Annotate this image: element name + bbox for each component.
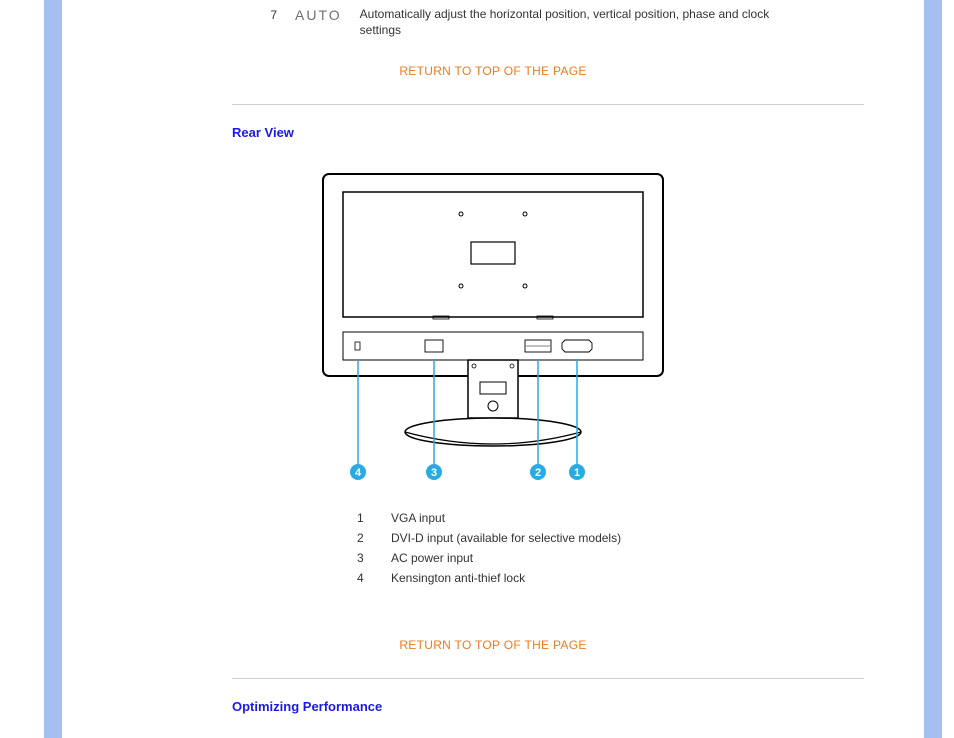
- divider: [232, 104, 864, 105]
- legend-row: 3 AC power input: [357, 548, 924, 568]
- auto-row: 7 AUTO Automatically adjust the horizont…: [62, 0, 924, 38]
- auto-label: AUTO: [295, 6, 342, 23]
- legend-label: DVI-D input (available for selective mod…: [391, 531, 621, 545]
- return-top-link[interactable]: RETURN TO TOP OF THE PAGE: [62, 64, 924, 78]
- rear-view-heading: Rear View: [232, 125, 924, 140]
- optimizing-heading: Optimizing Performance: [232, 699, 924, 714]
- legend-label: Kensington anti-thief lock: [391, 571, 525, 585]
- page: 7 AUTO Automatically adjust the horizont…: [0, 0, 954, 738]
- left-stripe: [44, 0, 62, 738]
- row-number-7: 7: [267, 6, 277, 22]
- callout-2: 2: [535, 467, 541, 479]
- legend-num: 3: [357, 551, 369, 565]
- legend-row: 4 Kensington anti-thief lock: [357, 568, 924, 588]
- callout-4: 4: [355, 467, 362, 479]
- legend-row: 2 DVI-D input (available for selective m…: [357, 528, 924, 548]
- legend-num: 2: [357, 531, 369, 545]
- legend: 1 VGA input 2 DVI-D input (available for…: [357, 508, 924, 588]
- legend-label: AC power input: [391, 551, 473, 565]
- right-stripe: [924, 0, 942, 738]
- legend-label: VGA input: [391, 511, 445, 525]
- content: 7 AUTO Automatically adjust the horizont…: [62, 0, 924, 738]
- return-top-link[interactable]: RETURN TO TOP OF THE PAGE: [62, 638, 924, 652]
- callout-1: 1: [574, 467, 580, 479]
- legend-num: 1: [357, 511, 369, 525]
- monitor-rear-svg: 4 3 2 1: [293, 164, 693, 484]
- rear-view-diagram: 4 3 2 1: [293, 164, 693, 484]
- auto-description: Automatically adjust the horizontal posi…: [360, 6, 780, 38]
- legend-row: 1 VGA input: [357, 508, 924, 528]
- divider: [232, 678, 864, 679]
- callout-3: 3: [431, 467, 437, 479]
- legend-num: 4: [357, 571, 369, 585]
